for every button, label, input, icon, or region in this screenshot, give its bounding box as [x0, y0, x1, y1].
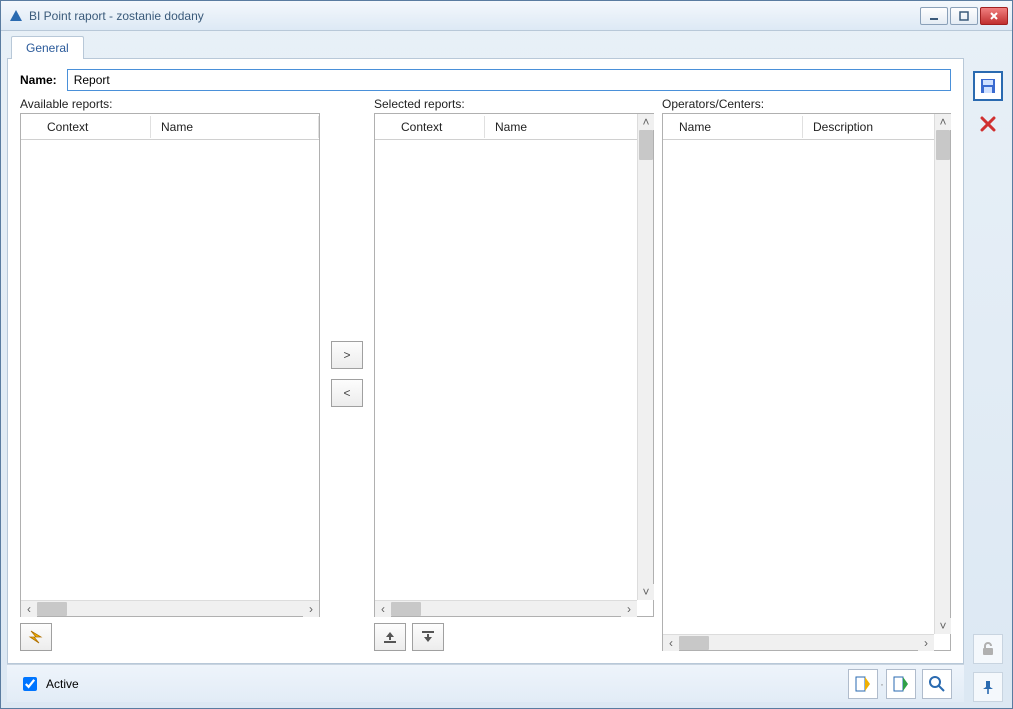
- scroll-thumb[interactable]: [679, 636, 709, 650]
- lists-row: Available reports: Context Name ‹: [20, 97, 951, 651]
- search-button[interactable]: [922, 669, 952, 699]
- mover-column: > <: [328, 97, 366, 651]
- col-context[interactable]: Context: [21, 116, 151, 138]
- scroll-right-icon[interactable]: ›: [303, 601, 319, 617]
- main-column: General Name: Available reports: Context: [7, 35, 964, 702]
- selected-reports-label: Selected reports:: [374, 97, 654, 111]
- unlock-button[interactable]: [973, 634, 1003, 664]
- app-window: BI Point raport - zostanie dodany Genera…: [0, 0, 1013, 709]
- right-rail: [970, 35, 1006, 702]
- h-scrollbar[interactable]: ‹ ›: [663, 634, 934, 650]
- scroll-up-icon[interactable]: ˄: [638, 114, 654, 130]
- body: General Name: Available reports: Context: [1, 31, 1012, 708]
- window-controls: [920, 7, 1008, 25]
- operators-section: Operators/Centers: Name Description ˄: [662, 97, 951, 651]
- available-reports-label: Available reports:: [20, 97, 320, 111]
- maximize-button[interactable]: [950, 7, 978, 25]
- col-op-name[interactable]: Name: [663, 116, 803, 138]
- tabstrip: General: [11, 35, 964, 58]
- scroll-left-icon[interactable]: ‹: [21, 601, 37, 617]
- delete-button[interactable]: [973, 109, 1003, 139]
- move-left-button[interactable]: <: [331, 379, 363, 407]
- v-scrollbar[interactable]: ˄ ˅: [934, 114, 950, 634]
- scroll-right-icon[interactable]: ›: [918, 635, 934, 651]
- scroll-thumb[interactable]: [391, 602, 421, 616]
- selected-grid-body: [375, 140, 653, 616]
- scroll-down-icon[interactable]: ˅: [935, 618, 951, 634]
- move-down-button[interactable]: [412, 623, 444, 651]
- v-scrollbar[interactable]: ˄ ˅: [637, 114, 653, 600]
- available-grid-body: [21, 140, 319, 616]
- operators-grid-body: [663, 140, 950, 650]
- scroll-right-icon[interactable]: ›: [621, 601, 637, 617]
- name-row: Name:: [20, 69, 951, 91]
- h-scrollbar[interactable]: ‹ ›: [375, 600, 637, 616]
- minimize-button[interactable]: [920, 7, 948, 25]
- col-name[interactable]: Name: [151, 116, 319, 138]
- operators-grid-header: Name Description: [663, 114, 950, 140]
- save-button[interactable]: [973, 71, 1003, 101]
- scroll-left-icon[interactable]: ‹: [663, 635, 679, 651]
- window-title: BI Point raport - zostanie dodany: [29, 9, 920, 23]
- available-grid-header: Context Name: [21, 114, 319, 140]
- selected-reports-grid[interactable]: Context Name ˄ ˅ ‹: [374, 113, 654, 617]
- col-context[interactable]: Context: [375, 116, 485, 138]
- operators-grid[interactable]: Name Description ˄ ˅ ‹: [662, 113, 951, 651]
- apply-close-button[interactable]: [886, 669, 916, 699]
- scroll-down-icon[interactable]: ˅: [638, 584, 654, 600]
- scroll-thumb[interactable]: [639, 130, 653, 160]
- available-reports-section: Available reports: Context Name ‹: [20, 97, 320, 651]
- move-right-button[interactable]: >: [331, 341, 363, 369]
- titlebar: BI Point raport - zostanie dodany: [1, 1, 1012, 31]
- name-label: Name:: [20, 73, 57, 87]
- active-label: Active: [46, 677, 79, 691]
- scroll-thumb[interactable]: [936, 130, 950, 160]
- scroll-left-icon[interactable]: ‹: [375, 601, 391, 617]
- move-up-button[interactable]: [374, 623, 406, 651]
- col-op-description[interactable]: Description: [803, 116, 950, 138]
- operators-label: Operators/Centers:: [662, 97, 951, 111]
- tab-general[interactable]: General: [11, 36, 84, 59]
- general-panel: Name: Available reports: Context Name: [7, 58, 964, 664]
- apply-changes-button[interactable]: [848, 669, 878, 699]
- pin-button[interactable]: [973, 672, 1003, 702]
- h-scrollbar[interactable]: ‹ ›: [21, 600, 319, 616]
- col-name[interactable]: Name: [485, 116, 653, 138]
- active-checkbox[interactable]: [23, 677, 37, 691]
- active-checkbox-wrap[interactable]: Active: [19, 674, 79, 694]
- available-reports-grid[interactable]: Context Name ‹ ›: [20, 113, 320, 617]
- footer-sep: ·: [878, 677, 886, 691]
- name-input[interactable]: [67, 69, 951, 91]
- selected-grid-header: Context Name: [375, 114, 653, 140]
- scroll-thumb[interactable]: [37, 602, 67, 616]
- footer: Active ·: [7, 664, 964, 702]
- refresh-button[interactable]: [20, 623, 52, 651]
- scroll-up-icon[interactable]: ˄: [935, 114, 951, 130]
- app-icon: [9, 9, 23, 23]
- selected-reports-section: Selected reports: Context Name ˄: [374, 97, 654, 651]
- close-button[interactable]: [980, 7, 1008, 25]
